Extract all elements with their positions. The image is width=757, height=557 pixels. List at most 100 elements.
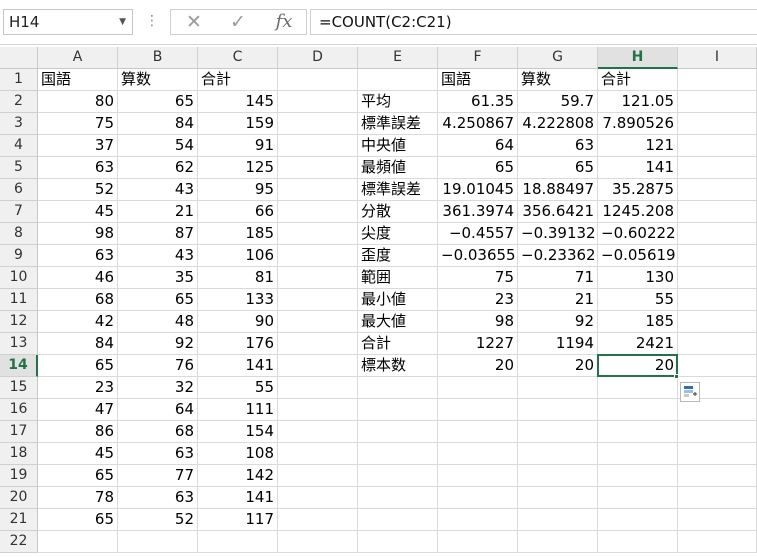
cell-value[interactable]: 62 xyxy=(118,157,198,179)
cell-value[interactable]: 75 xyxy=(38,113,118,135)
cell[interactable] xyxy=(678,421,757,443)
cell-value[interactable]: 117 xyxy=(198,509,278,531)
cell[interactable] xyxy=(278,113,358,135)
cell-label[interactable]: 中央値 xyxy=(358,135,438,157)
cell[interactable] xyxy=(278,179,358,201)
cell-value[interactable]: 66 xyxy=(198,201,278,223)
cell-value[interactable]: 154 xyxy=(198,421,278,443)
cell[interactable] xyxy=(278,355,358,377)
cell-value[interactable]: 176 xyxy=(198,333,278,355)
cell[interactable] xyxy=(278,487,358,509)
cell-label[interactable]: 最頻値 xyxy=(358,157,438,179)
cell-label[interactable]: 分散 xyxy=(358,201,438,223)
cell-value[interactable]: 95 xyxy=(198,179,278,201)
cell[interactable] xyxy=(358,487,438,509)
row-header-19[interactable]: 19 xyxy=(0,465,38,487)
cell[interactable] xyxy=(518,443,598,465)
column-header-g[interactable]: G xyxy=(518,47,598,69)
cell-label[interactable]: 合計 xyxy=(358,333,438,355)
cell[interactable] xyxy=(358,399,438,421)
cell-value[interactable]: 68 xyxy=(118,421,198,443)
formula-input[interactable]: =COUNT(C2:C21) xyxy=(310,9,757,35)
cell[interactable] xyxy=(678,289,757,311)
chevron-down-icon[interactable]: ▼ xyxy=(119,10,126,34)
cell[interactable] xyxy=(678,465,757,487)
cell[interactable] xyxy=(678,333,757,355)
cell-value[interactable]: 84 xyxy=(38,333,118,355)
cell-value[interactable]: 45 xyxy=(38,443,118,465)
cell-value[interactable]: 20 xyxy=(598,355,678,377)
cell-value[interactable]: 185 xyxy=(598,311,678,333)
enter-icon[interactable]: ✓ xyxy=(223,10,253,34)
cell[interactable] xyxy=(438,421,518,443)
cell[interactable] xyxy=(598,443,678,465)
cell-value[interactable]: 20 xyxy=(438,355,518,377)
column-header-h[interactable]: H xyxy=(598,47,678,69)
column-header-b[interactable]: B xyxy=(118,47,198,69)
cell-value[interactable]: 21 xyxy=(518,289,598,311)
row-header-4[interactable]: 4 xyxy=(0,135,38,157)
cell-value[interactable]: 84 xyxy=(118,113,198,135)
cell[interactable] xyxy=(598,465,678,487)
cell-value[interactable]: 2421 xyxy=(598,333,678,355)
cell-value[interactable]: 42 xyxy=(38,311,118,333)
cell-value[interactable]: 43 xyxy=(118,245,198,267)
cell[interactable] xyxy=(678,179,757,201)
cell[interactable] xyxy=(358,69,438,91)
cell-value[interactable]: 64 xyxy=(438,135,518,157)
cell-value[interactable]: 141 xyxy=(198,487,278,509)
cell[interactable] xyxy=(678,223,757,245)
cell[interactable] xyxy=(358,443,438,465)
row-header-18[interactable]: 18 xyxy=(0,443,38,465)
cell[interactable] xyxy=(358,421,438,443)
cell-label[interactable]: 標準誤差 xyxy=(358,113,438,135)
cell-label[interactable]: 標本数 xyxy=(358,355,438,377)
cell-value[interactable]: 87 xyxy=(118,223,198,245)
fill-handle[interactable] xyxy=(674,374,679,379)
cell[interactable] xyxy=(678,201,757,223)
row-header-15[interactable]: 15 xyxy=(0,377,38,399)
cell-value[interactable]: 52 xyxy=(118,509,198,531)
cell[interactable] xyxy=(438,465,518,487)
cell-value[interactable]: 45 xyxy=(38,201,118,223)
cell-value[interactable]: 159 xyxy=(198,113,278,135)
column-header-d[interactable]: D xyxy=(278,47,358,69)
cell[interactable] xyxy=(198,531,278,553)
cell[interactable] xyxy=(518,465,598,487)
cell-value[interactable]: 75 xyxy=(438,267,518,289)
cell-value[interactable]: 4.250867 xyxy=(438,113,518,135)
cell[interactable] xyxy=(518,487,598,509)
cell-value[interactable]: 37 xyxy=(38,135,118,157)
cell-value[interactable]: 59.7 xyxy=(518,91,598,113)
cell[interactable] xyxy=(278,223,358,245)
cell[interactable] xyxy=(438,399,518,421)
row-header-12[interactable]: 12 xyxy=(0,311,38,333)
cell-value[interactable]: 46 xyxy=(38,267,118,289)
cell[interactable] xyxy=(438,443,518,465)
cell[interactable] xyxy=(438,509,518,531)
cell-value[interactable]: 77 xyxy=(118,465,198,487)
cell-label[interactable]: 最大値 xyxy=(358,311,438,333)
row-header-2[interactable]: 2 xyxy=(0,91,38,113)
cell-value[interactable]: 121 xyxy=(598,135,678,157)
cell[interactable] xyxy=(278,311,358,333)
cell[interactable] xyxy=(678,267,757,289)
cell-value[interactable]: 68 xyxy=(38,289,118,311)
cell-header[interactable]: 国語 xyxy=(438,69,518,91)
cell-header[interactable]: 国語 xyxy=(38,69,118,91)
cell[interactable] xyxy=(358,377,438,399)
cell[interactable] xyxy=(278,399,358,421)
cell-value[interactable]: 361.3974 xyxy=(438,201,518,223)
cell-label[interactable]: 範囲 xyxy=(358,267,438,289)
cell-value[interactable]: 18.88497 xyxy=(518,179,598,201)
cell-value[interactable]: 65 xyxy=(438,157,518,179)
row-header-22[interactable]: 22 xyxy=(0,531,38,553)
cell-value[interactable]: 1227 xyxy=(438,333,518,355)
cell-label[interactable]: 歪度 xyxy=(358,245,438,267)
cell-value[interactable]: 92 xyxy=(518,311,598,333)
cell-header[interactable]: 算数 xyxy=(518,69,598,91)
cell[interactable] xyxy=(278,135,358,157)
cell[interactable] xyxy=(278,465,358,487)
cell-value[interactable]: 86 xyxy=(38,421,118,443)
row-header-20[interactable]: 20 xyxy=(0,487,38,509)
